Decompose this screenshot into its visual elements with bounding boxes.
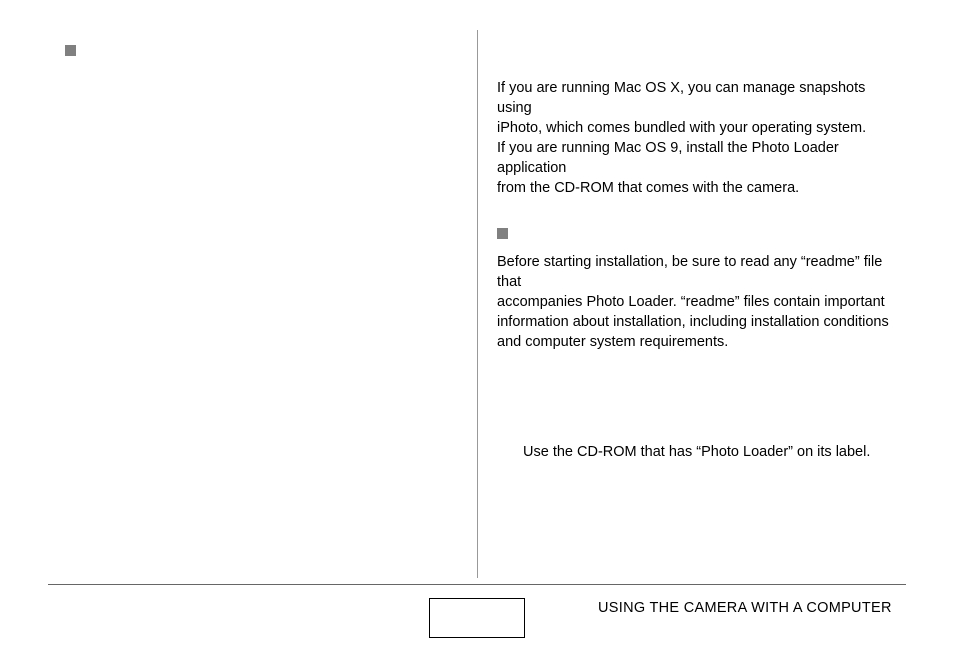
page-number-box [429, 598, 525, 638]
readme-block: Before starting installation, be sure to… [497, 228, 892, 352]
paragraph-osx-line2: iPhoto, which comes bundled with your op… [497, 118, 892, 138]
readme-line4: and computer system requirements. [497, 332, 892, 352]
paragraph-osx-line1: If you are running Mac OS X, you can man… [497, 78, 892, 118]
readme-line1: Before starting installation, be sure to… [497, 252, 892, 292]
bullet-square-icon [65, 45, 76, 56]
column-divider [477, 30, 478, 578]
readme-line3: information about installation, includin… [497, 312, 892, 332]
document-page: If you are running Mac OS X, you can man… [0, 0, 954, 646]
footer-divider [48, 584, 906, 585]
paragraph-os9-line1: If you are running Mac OS 9, install the… [497, 138, 892, 178]
left-column [65, 45, 460, 69]
bullet-square-icon [497, 228, 508, 239]
cdrom-note: Use the CD-ROM that has “Photo Loader” o… [523, 442, 892, 462]
footer-section-title: USING THE CAMERA WITH A COMPUTER [598, 600, 892, 616]
right-column: If you are running Mac OS X, you can man… [497, 78, 892, 462]
readme-line2: accompanies Photo Loader. “readme” files… [497, 292, 892, 312]
paragraph-os9-line2: from the CD-ROM that comes with the came… [497, 178, 892, 198]
